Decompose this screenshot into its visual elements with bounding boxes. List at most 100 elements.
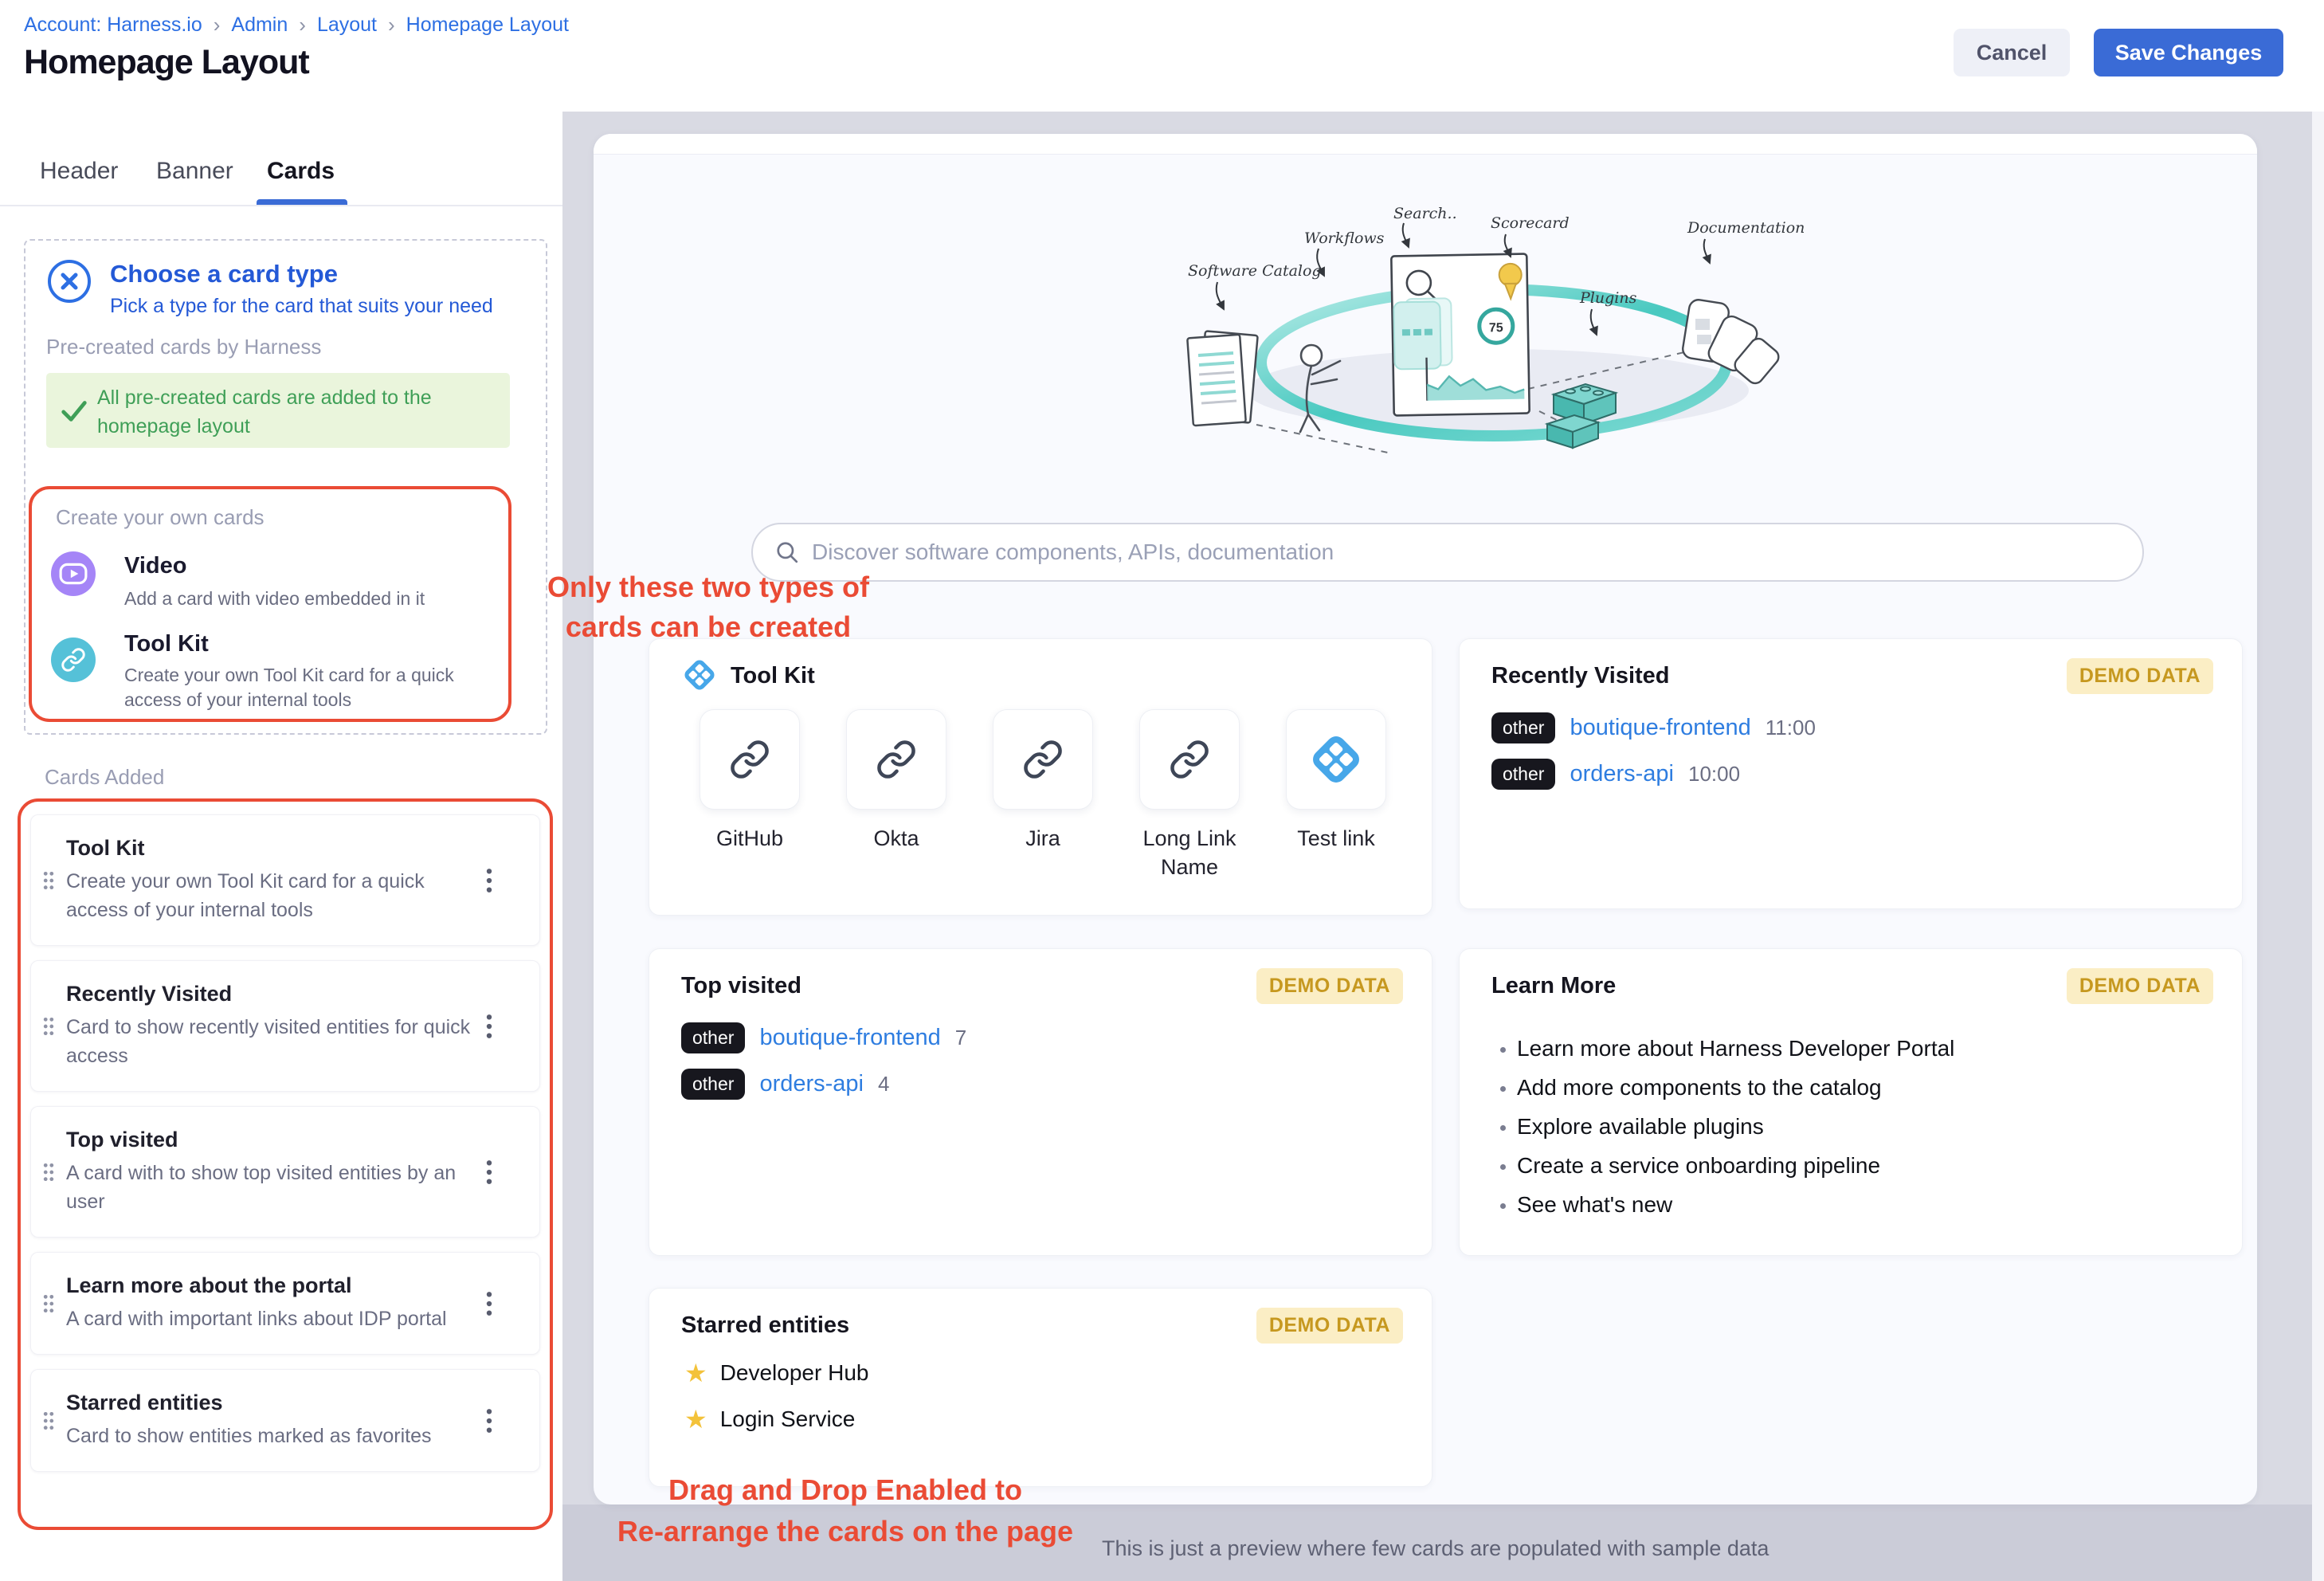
toolkit-link-label: Test link (1297, 824, 1375, 853)
entity-count: 4 (878, 1072, 889, 1096)
annotation-line: Only these two types of (516, 567, 900, 607)
toolkit-link-label: GitHub (716, 824, 783, 853)
drag-handle-icon[interactable] (42, 1162, 55, 1183)
added-card-starred-entities[interactable]: Starred entities Card to show entities m… (30, 1369, 540, 1472)
breadcrumb-separator: › (388, 13, 395, 37)
demo-data-badge: DEMO DATA (2067, 968, 2213, 1004)
entity-link[interactable]: Developer Hub (720, 1360, 869, 1386)
illustration-label-documentation: Documentation (1687, 219, 1805, 237)
toolkit-link-long-link-name[interactable]: Long Link Name (1116, 709, 1263, 881)
tab-banner[interactable]: Banner (156, 158, 233, 185)
breadcrumb-account[interactable]: Account: Harness.io (24, 14, 202, 37)
demo-data-badge: DEMO DATA (1256, 968, 1403, 1004)
added-card-top-visited[interactable]: Top visited A card with to show top visi… (30, 1106, 540, 1238)
toolkit-link-jira[interactable]: Jira (970, 709, 1116, 881)
annotation-line: cards can be created (516, 607, 900, 647)
toolkit-link-okta[interactable]: Okta (823, 709, 970, 881)
portal-illustration: 75 (1155, 199, 1872, 462)
annotation-line: Drag and Drop Enabled to (570, 1469, 1120, 1511)
illustration-label-plugins: Plugins (1579, 289, 1637, 307)
learn-more-link[interactable]: Create a service onboarding pipeline (1517, 1146, 1954, 1185)
link-icon[interactable] (846, 709, 946, 810)
preview-topbar (594, 134, 2257, 155)
drag-handle-icon[interactable] (42, 1293, 55, 1314)
kebab-menu-icon[interactable] (485, 1013, 493, 1040)
scrollbar-track[interactable] (2312, 112, 2324, 1581)
catalog-doc-sketch (1187, 331, 1257, 426)
cards-added-list: Tool Kit Create your own Tool Kit card f… (18, 798, 553, 1530)
toolkit-link-test-link[interactable]: Test link (1263, 709, 1409, 881)
added-card-title: Starred entities (66, 1391, 474, 1415)
link-icon[interactable] (993, 709, 1093, 810)
breadcrumb-admin[interactable]: Admin (231, 14, 288, 37)
entity-row: other orders-api 10:00 (1491, 759, 1740, 790)
active-tab-underline (257, 199, 347, 205)
top-visited-card: Top visited DEMO DATA other boutique-fro… (649, 948, 1432, 1256)
card-type-video[interactable]: Video (124, 553, 186, 579)
drag-handle-icon[interactable] (42, 1016, 55, 1037)
create-own-cards-highlight: Create your own cards Video Add a card w… (29, 486, 511, 722)
breadcrumb-layout[interactable]: Layout (317, 14, 377, 37)
learn-more-link[interactable]: Learn more about Harness Developer Porta… (1517, 1029, 1954, 1068)
precreated-success-message: All pre-created cards are added to the h… (97, 383, 480, 441)
kebab-menu-icon[interactable] (485, 1159, 493, 1186)
entity-link[interactable]: orders-api (759, 1071, 864, 1097)
harness-diamond-icon[interactable] (1286, 709, 1386, 810)
toolkit-link-github[interactable]: GitHub (676, 709, 823, 881)
link-icon[interactable] (1139, 709, 1240, 810)
entity-link[interactable]: Login Service (720, 1406, 856, 1432)
starred-entities-title: Starred entities (681, 1312, 849, 1339)
search-icon (775, 540, 799, 564)
preview-footer-note: This is just a preview where few cards a… (1102, 1536, 1769, 1561)
illustration-label-workflows: Workflows (1304, 230, 1385, 247)
card-type-video-desc: Add a card with video embedded in it (124, 586, 502, 611)
added-card-desc: Create your own Tool Kit card for a quic… (66, 867, 474, 924)
close-icon[interactable] (46, 258, 92, 304)
entity-time: 11:00 (1766, 716, 1816, 740)
drag-handle-icon[interactable] (42, 1410, 55, 1431)
star-icon: ★ (684, 1406, 707, 1432)
demo-data-badge: DEMO DATA (2067, 658, 2213, 694)
entity-link[interactable]: boutique-frontend (759, 1025, 940, 1051)
recently-visited-card: Recently Visited DEMO DATA other boutiqu… (1459, 638, 2243, 909)
layout-config-sidebar: Header Banner Cards Choose a card type P… (0, 112, 562, 1581)
breadcrumb: Account: Harness.io › Admin › Layout › H… (24, 13, 569, 37)
link-icon[interactable] (700, 709, 800, 810)
starred-entity-row: ★ Login Service (684, 1406, 855, 1432)
kebab-menu-icon[interactable] (485, 1407, 493, 1434)
search-input[interactable] (812, 539, 2142, 565)
learn-more-title: Learn More (1491, 973, 1616, 999)
learn-more-link[interactable]: Add more components to the catalog (1517, 1068, 1954, 1107)
added-card-recently-visited[interactable]: Recently Visited Card to show recently v… (30, 960, 540, 1092)
entity-link[interactable]: orders-api (1570, 761, 1674, 787)
breadcrumb-homepage-layout[interactable]: Homepage Layout (406, 14, 569, 37)
learn-more-link[interactable]: Explore available plugins (1517, 1107, 1954, 1146)
entity-row: other boutique-frontend 11:00 (1491, 712, 1816, 743)
save-changes-button[interactable]: Save Changes (2094, 29, 2283, 76)
kebab-menu-icon[interactable] (485, 867, 493, 894)
choose-card-type-title: Choose a card type (110, 260, 338, 288)
illustration-label-scorecard: Scorecard (1491, 214, 1570, 232)
toolkit-link-label: Long Link Name (1121, 824, 1258, 881)
tab-cards[interactable]: Cards (267, 158, 335, 185)
entity-link[interactable]: boutique-frontend (1570, 715, 1750, 741)
kebab-menu-icon[interactable] (485, 1290, 493, 1317)
tab-header[interactable]: Header (40, 158, 118, 185)
cards-added-label: Cards Added (45, 765, 164, 790)
added-card-learn-more[interactable]: Learn more about the portal A card with … (30, 1252, 540, 1355)
toolkit-card-title: Tool Kit (731, 663, 815, 689)
learn-more-link[interactable]: See what's new (1517, 1185, 1954, 1224)
breadcrumb-separator: › (214, 13, 221, 37)
entity-count: 7 (955, 1026, 966, 1050)
added-card-toolkit[interactable]: Tool Kit Create your own Tool Kit card f… (30, 814, 540, 946)
choose-card-type-panel: Choose a card type Pick a type for the c… (24, 239, 547, 735)
annotation-drag-drop: Drag and Drop Enabled to Re-arrange the … (570, 1469, 1120, 1552)
card-type-toolkit[interactable]: Tool Kit (124, 631, 209, 657)
choose-card-type-subtitle: Pick a type for the card that suits your… (110, 295, 493, 318)
homepage-preview-container: 75 (594, 134, 2257, 1504)
added-card-desc: A card with important links about IDP po… (66, 1304, 474, 1333)
cancel-button[interactable]: Cancel (1954, 29, 2070, 76)
homepage-layout-screen: Account: Harness.io › Admin › Layout › H… (0, 0, 2324, 1581)
drag-handle-icon[interactable] (42, 870, 55, 891)
link-icon (51, 638, 96, 682)
